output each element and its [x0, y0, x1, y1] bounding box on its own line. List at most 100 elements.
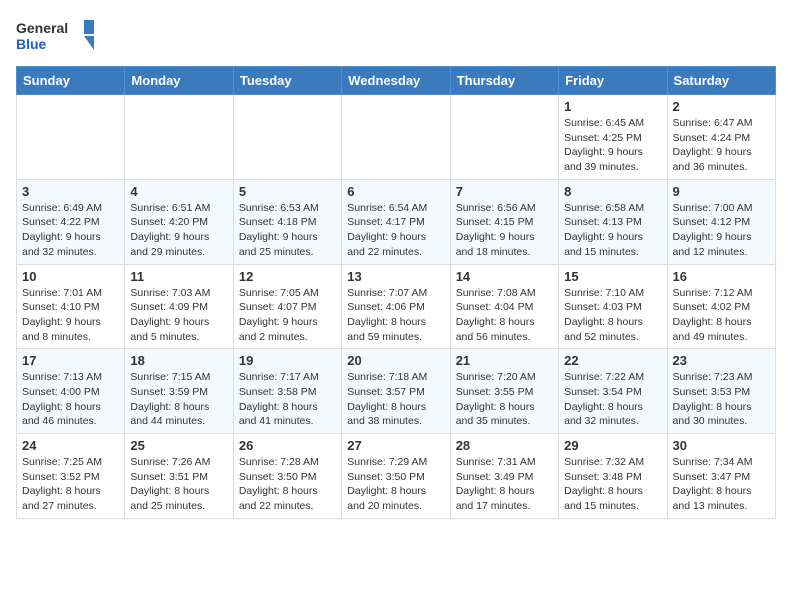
day-cell: 17 Sunrise: 7:13 AM Sunset: 4:00 PM Dayli…: [17, 349, 125, 434]
day-info: Sunrise: 7:28 AM Sunset: 3:50 PM Dayligh…: [239, 455, 336, 514]
day-cell: 9 Sunrise: 7:00 AM Sunset: 4:12 PM Daylig…: [667, 179, 775, 264]
day-number: 21: [456, 353, 553, 368]
day-info: Sunrise: 7:08 AM Sunset: 4:04 PM Dayligh…: [456, 286, 553, 345]
day-cell: 22 Sunrise: 7:22 AM Sunset: 3:54 PM Dayli…: [559, 349, 667, 434]
day-number: 15: [564, 269, 661, 284]
day-info: Sunrise: 7:12 AM Sunset: 4:02 PM Dayligh…: [673, 286, 770, 345]
day-number: 10: [22, 269, 119, 284]
day-info: Sunrise: 7:07 AM Sunset: 4:06 PM Dayligh…: [347, 286, 444, 345]
day-number: 27: [347, 438, 444, 453]
day-cell: 7 Sunrise: 6:56 AM Sunset: 4:15 PM Daylig…: [450, 179, 558, 264]
day-info: Sunrise: 7:32 AM Sunset: 3:48 PM Dayligh…: [564, 455, 661, 514]
col-header-thursday: Thursday: [450, 67, 558, 95]
day-info: Sunrise: 7:20 AM Sunset: 3:55 PM Dayligh…: [456, 370, 553, 429]
day-info: Sunrise: 7:22 AM Sunset: 3:54 PM Dayligh…: [564, 370, 661, 429]
day-number: 30: [673, 438, 770, 453]
day-number: 25: [130, 438, 227, 453]
day-info: Sunrise: 7:05 AM Sunset: 4:07 PM Dayligh…: [239, 286, 336, 345]
day-info: Sunrise: 7:17 AM Sunset: 3:58 PM Dayligh…: [239, 370, 336, 429]
day-cell: 2 Sunrise: 6:47 AM Sunset: 4:24 PM Daylig…: [667, 95, 775, 180]
day-info: Sunrise: 7:26 AM Sunset: 3:51 PM Dayligh…: [130, 455, 227, 514]
day-number: 6: [347, 184, 444, 199]
day-cell: 19Sunrise: 7:17 AM Sunset: 3:58 PM Dayli…: [233, 349, 341, 434]
day-cell: [233, 95, 341, 180]
day-cell: 26 Sunrise: 7:28 AM Sunset: 3:50 PM Dayli…: [233, 434, 341, 519]
col-header-wednesday: Wednesday: [342, 67, 450, 95]
day-number: 17: [22, 353, 119, 368]
day-cell: 16 Sunrise: 7:12 AM Sunset: 4:02 PM Dayli…: [667, 264, 775, 349]
logo: General Blue: [16, 16, 96, 56]
day-cell: 30 Sunrise: 7:34 AM Sunset: 3:47 PM Dayli…: [667, 434, 775, 519]
day-cell: 20 Sunrise: 7:18 AM Sunset: 3:57 PM Dayli…: [342, 349, 450, 434]
day-info: Sunrise: 7:23 AM Sunset: 3:53 PM Dayligh…: [673, 370, 770, 429]
day-cell: 24 Sunrise: 7:25 AM Sunset: 3:52 PM Dayli…: [17, 434, 125, 519]
day-number: 2: [673, 99, 770, 114]
day-number: 24: [22, 438, 119, 453]
day-cell: 27 Sunrise: 7:29 AM Sunset: 3:50 PM Dayli…: [342, 434, 450, 519]
day-cell: 12 Sunrise: 7:05 AM Sunset: 4:07 PM Dayli…: [233, 264, 341, 349]
day-cell: [450, 95, 558, 180]
day-cell: 28Sunrise: 7:31 AM Sunset: 3:49 PM Dayli…: [450, 434, 558, 519]
day-info: Sunrise: 6:58 AM Sunset: 4:13 PM Dayligh…: [564, 201, 661, 260]
day-number: 8: [564, 184, 661, 199]
day-info: Sunrise: 6:45 AM Sunset: 4:25 PM Dayligh…: [564, 116, 661, 175]
day-info: Sunrise: 7:01 AM Sunset: 4:10 PM Dayligh…: [22, 286, 119, 345]
day-cell: 4 Sunrise: 6:51 AM Sunset: 4:20 PM Daylig…: [125, 179, 233, 264]
day-number: 28: [456, 438, 553, 453]
day-info: Sunrise: 7:13 AM Sunset: 4:00 PM Dayligh…: [22, 370, 119, 429]
day-number: 9: [673, 184, 770, 199]
day-number: 4: [130, 184, 227, 199]
day-number: 7: [456, 184, 553, 199]
day-cell: [342, 95, 450, 180]
day-number: 20: [347, 353, 444, 368]
day-info: Sunrise: 7:00 AM Sunset: 4:12 PM Dayligh…: [673, 201, 770, 260]
day-cell: 23 Sunrise: 7:23 AM Sunset: 3:53 PM Dayli…: [667, 349, 775, 434]
day-cell: 5 Sunrise: 6:53 AM Sunset: 4:18 PM Daylig…: [233, 179, 341, 264]
week-row-1: 3Sunrise: 6:49 AM Sunset: 4:22 PM Daylig…: [17, 179, 776, 264]
day-number: 22: [564, 353, 661, 368]
day-info: Sunrise: 7:03 AM Sunset: 4:09 PM Dayligh…: [130, 286, 227, 345]
logo-icon: General Blue: [16, 16, 96, 56]
day-cell: 29Sunrise: 7:32 AM Sunset: 3:48 PM Dayli…: [559, 434, 667, 519]
day-number: 11: [130, 269, 227, 284]
day-cell: [125, 95, 233, 180]
svg-text:Blue: Blue: [16, 36, 47, 52]
day-info: Sunrise: 7:18 AM Sunset: 3:57 PM Dayligh…: [347, 370, 444, 429]
day-cell: 10 Sunrise: 7:01 AM Sunset: 4:10 PM Dayli…: [17, 264, 125, 349]
day-number: 18: [130, 353, 227, 368]
day-number: 5: [239, 184, 336, 199]
day-cell: 25 Sunrise: 7:26 AM Sunset: 3:51 PM Dayli…: [125, 434, 233, 519]
day-cell: 8 Sunrise: 6:58 AM Sunset: 4:13 PM Daylig…: [559, 179, 667, 264]
calendar-header-row: SundayMondayTuesdayWednesdayThursdayFrid…: [17, 67, 776, 95]
week-row-3: 17 Sunrise: 7:13 AM Sunset: 4:00 PM Dayli…: [17, 349, 776, 434]
day-number: 23: [673, 353, 770, 368]
day-cell: 13Sunrise: 7:07 AM Sunset: 4:06 PM Dayli…: [342, 264, 450, 349]
day-info: Sunrise: 6:54 AM Sunset: 4:17 PM Dayligh…: [347, 201, 444, 260]
page-header: General Blue: [16, 16, 776, 56]
week-row-2: 10 Sunrise: 7:01 AM Sunset: 4:10 PM Dayli…: [17, 264, 776, 349]
day-cell: 6 Sunrise: 6:54 AM Sunset: 4:17 PM Daylig…: [342, 179, 450, 264]
day-cell: 1Sunrise: 6:45 AM Sunset: 4:25 PM Daylig…: [559, 95, 667, 180]
day-number: 26: [239, 438, 336, 453]
day-number: 14: [456, 269, 553, 284]
day-info: Sunrise: 6:51 AM Sunset: 4:20 PM Dayligh…: [130, 201, 227, 260]
day-number: 16: [673, 269, 770, 284]
svg-text:General: General: [16, 20, 68, 36]
week-row-0: 1Sunrise: 6:45 AM Sunset: 4:25 PM Daylig…: [17, 95, 776, 180]
week-row-4: 24 Sunrise: 7:25 AM Sunset: 3:52 PM Dayli…: [17, 434, 776, 519]
calendar-table: SundayMondayTuesdayWednesdayThursdayFrid…: [16, 66, 776, 519]
day-number: 12: [239, 269, 336, 284]
day-info: Sunrise: 7:29 AM Sunset: 3:50 PM Dayligh…: [347, 455, 444, 514]
col-header-saturday: Saturday: [667, 67, 775, 95]
day-cell: 18Sunrise: 7:15 AM Sunset: 3:59 PM Dayli…: [125, 349, 233, 434]
day-info: Sunrise: 6:49 AM Sunset: 4:22 PM Dayligh…: [22, 201, 119, 260]
day-info: Sunrise: 7:10 AM Sunset: 4:03 PM Dayligh…: [564, 286, 661, 345]
day-cell: 11 Sunrise: 7:03 AM Sunset: 4:09 PM Dayli…: [125, 264, 233, 349]
day-info: Sunrise: 7:25 AM Sunset: 3:52 PM Dayligh…: [22, 455, 119, 514]
day-info: Sunrise: 6:47 AM Sunset: 4:24 PM Dayligh…: [673, 116, 770, 175]
day-info: Sunrise: 7:34 AM Sunset: 3:47 PM Dayligh…: [673, 455, 770, 514]
col-header-sunday: Sunday: [17, 67, 125, 95]
day-info: Sunrise: 6:53 AM Sunset: 4:18 PM Dayligh…: [239, 201, 336, 260]
col-header-monday: Monday: [125, 67, 233, 95]
day-info: Sunrise: 6:56 AM Sunset: 4:15 PM Dayligh…: [456, 201, 553, 260]
